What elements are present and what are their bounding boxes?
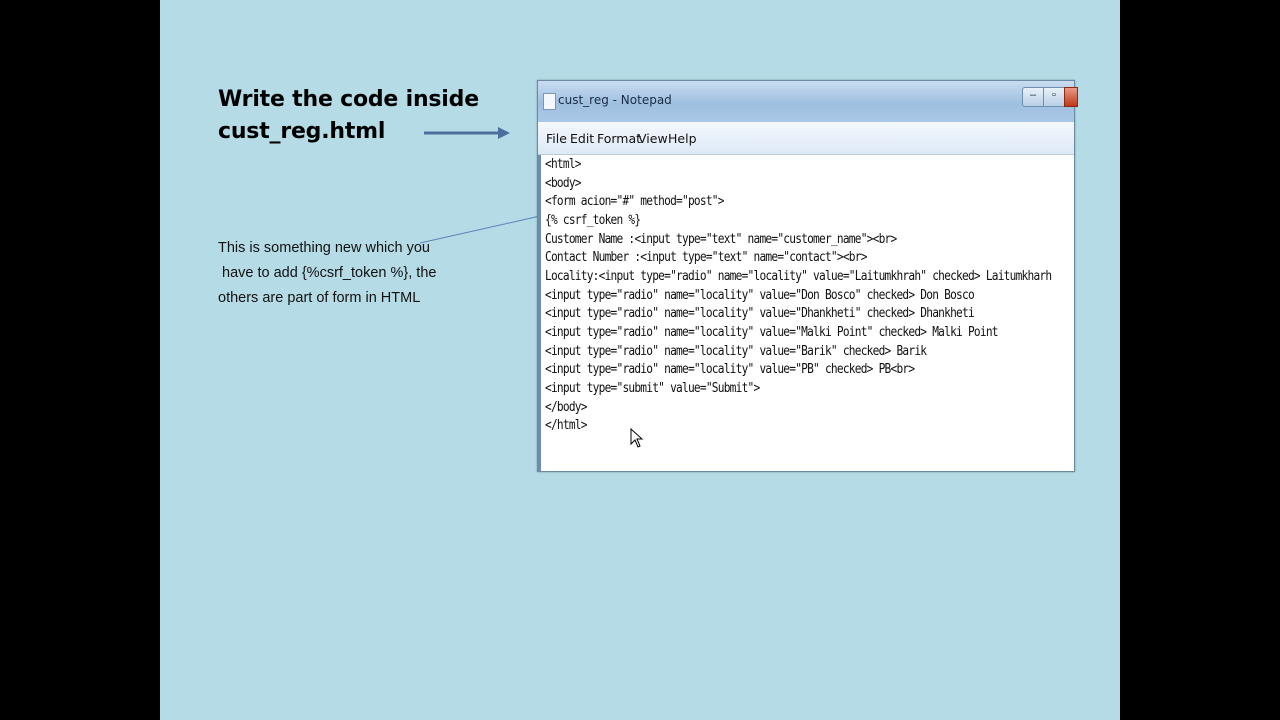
title-bar[interactable]: cust_reg - Notepad – ▫ (538, 81, 1078, 122)
menu-format[interactable]: Format (597, 131, 641, 146)
minimize-button[interactable]: – (1022, 87, 1044, 107)
close-button[interactable] (1064, 87, 1078, 107)
notepad-document-icon (543, 93, 556, 110)
code-line: Contact Number :<input type="text" name=… (545, 250, 867, 265)
code-line: {% csrf_token %} (545, 213, 641, 228)
code-line: Locality:<input type="radio" name="local… (545, 269, 1052, 284)
text-editor[interactable]: <html> <body> <form acion="#" method="po… (538, 155, 1074, 471)
code-line: <input type="submit" value="Submit"> (545, 381, 760, 396)
code-line: <input type="radio" name="locality" valu… (545, 344, 927, 359)
code-line: <body> (545, 176, 582, 191)
window-title: cust_reg - Notepad (558, 93, 672, 107)
menu-help[interactable]: Help (668, 131, 697, 146)
code-line: <input type="radio" name="locality" valu… (545, 306, 975, 321)
slide: Write the code inside cust_reg.html This… (160, 0, 1120, 720)
code-line: <html> (545, 157, 582, 172)
notepad-window[interactable]: cust_reg - Notepad – ▫ File Edit Format … (537, 80, 1078, 472)
code-line: <input type="radio" name="locality" valu… (545, 288, 975, 303)
code-line: <input type="radio" name="locality" valu… (545, 362, 915, 377)
maximize-button[interactable]: ▫ (1043, 87, 1065, 107)
menu-file[interactable]: File (546, 131, 567, 146)
menu-view[interactable]: View (638, 131, 668, 146)
code-line: <form acion="#" method="post"> (545, 194, 724, 209)
code-line: <input type="radio" name="locality" valu… (545, 325, 999, 340)
maximize-icon: ▫ (1052, 89, 1056, 101)
code-line: Customer Name :<input type="text" name="… (545, 232, 897, 247)
mouse-pointer-icon (630, 428, 644, 448)
menu-edit[interactable]: Edit (570, 131, 594, 146)
code-line: </body> (545, 400, 587, 415)
code-line: </html> (545, 418, 587, 433)
minimize-icon: – (1029, 89, 1037, 101)
menu-bar: File Edit Format View Help (538, 122, 1074, 155)
